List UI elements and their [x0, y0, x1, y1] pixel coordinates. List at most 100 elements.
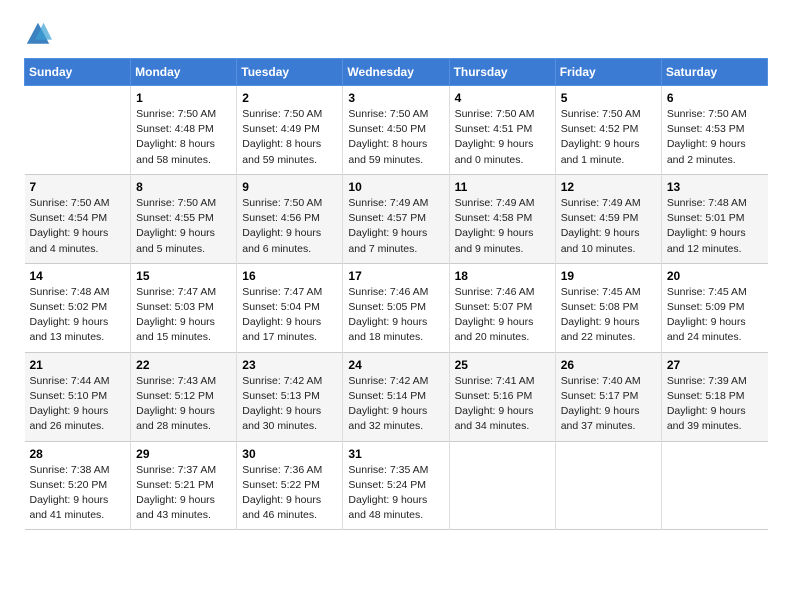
calendar-cell: 21Sunrise: 7:44 AMSunset: 5:10 PMDayligh… — [25, 352, 131, 441]
cell-info: Sunrise: 7:36 AMSunset: 5:22 PMDaylight:… — [242, 463, 337, 524]
daylight-text: Daylight: 9 hours and 17 minutes. — [242, 316, 321, 343]
calendar-cell: 12Sunrise: 7:49 AMSunset: 4:59 PMDayligh… — [555, 174, 661, 263]
cell-info: Sunrise: 7:45 AMSunset: 5:09 PMDaylight:… — [667, 285, 763, 346]
sunset-text: Sunset: 4:48 PM — [136, 123, 214, 135]
calendar-cell: 6Sunrise: 7:50 AMSunset: 4:53 PMDaylight… — [661, 86, 767, 175]
sunset-text: Sunset: 5:07 PM — [455, 301, 533, 313]
day-number: 4 — [455, 91, 550, 105]
daylight-text: Daylight: 9 hours and 4 minutes. — [30, 227, 109, 254]
cell-info: Sunrise: 7:49 AMSunset: 4:59 PMDaylight:… — [561, 196, 656, 257]
page-header — [24, 20, 768, 48]
cell-info: Sunrise: 7:46 AM Sunset: 5:07 PM Daylight:… — [455, 285, 550, 346]
sunset-text: Sunset: 4:50 PM — [348, 123, 426, 135]
daylight-text: Daylight: 9 hours and 2 minutes. — [667, 138, 746, 165]
header-monday: Monday — [131, 59, 237, 86]
cell-info: Sunrise: 7:50 AMSunset: 4:50 PMDaylight:… — [348, 107, 443, 168]
calendar-cell — [661, 441, 767, 530]
sunrise-text: Sunrise: 7:41 AM — [455, 375, 535, 387]
header-thursday: Thursday — [449, 59, 555, 86]
daylight-text: Daylight: 9 hours and 0 minutes. — [455, 138, 534, 165]
sunrise-text: Sunrise: 7:42 AM — [348, 375, 428, 387]
cell-info: Sunrise: 7:50 AMSunset: 4:51 PMDaylight:… — [455, 107, 550, 168]
sunset-text: Sunset: 4:56 PM — [242, 212, 320, 224]
sunrise-text: Sunrise: 7:50 AM — [348, 108, 428, 120]
sunrise-text: Sunrise: 7:49 AM — [561, 197, 641, 209]
daylight-text: Daylight: 9 hours and 5 minutes. — [136, 227, 215, 254]
day-number: 6 — [667, 91, 763, 105]
day-number: 24 — [348, 358, 443, 372]
calendar-cell: 18 Sunrise: 7:46 AM Sunset: 5:07 PM Dayligh… — [449, 263, 555, 352]
sunset-text: Sunset: 5:22 PM — [242, 479, 320, 491]
cell-info: Sunrise: 7:50 AMSunset: 4:56 PMDaylight:… — [242, 196, 337, 257]
calendar-cell: 24 Sunrise: 7:42 AM Sunset: 5:14 PM Dayligh… — [343, 352, 449, 441]
calendar-cell: 3Sunrise: 7:50 AMSunset: 4:50 PMDaylight… — [343, 86, 449, 175]
daylight-text: Daylight: 9 hours and 12 minutes. — [667, 227, 746, 254]
sunrise-text: Sunrise: 7:40 AM — [561, 375, 641, 387]
calendar-cell: 8 Sunrise: 7:50 AMSunset: 4:55 PMDaylight… — [131, 174, 237, 263]
day-number: 22 — [136, 358, 231, 372]
day-number: 29 — [136, 447, 231, 461]
sunrise-text: Sunrise: 7:46 AM — [348, 286, 428, 298]
day-number: 21 — [30, 358, 126, 372]
cell-info: Sunrise: 7:43 AMSunset: 5:12 PMDaylight:… — [136, 374, 231, 435]
cell-info: Sunrise: 7:39 AMSunset: 5:18 PMDaylight:… — [667, 374, 763, 435]
day-number: 31 — [348, 447, 443, 461]
day-number: 18 — [455, 269, 550, 283]
cell-info: Sunrise: 7:42 AM Sunset: 5:14 PM Daylight:… — [348, 374, 443, 435]
day-number: 8 — [136, 180, 231, 194]
sunrise-text: Sunrise: 7:50 AM — [667, 108, 747, 120]
day-number: 28 — [30, 447, 126, 461]
daylight-text: Daylight: 9 hours and 22 minutes. — [561, 316, 640, 343]
sunset-text: Sunset: 5:14 PM — [348, 390, 426, 402]
sunset-text: Sunset: 5:10 PM — [30, 390, 108, 402]
sunrise-text: Sunrise: 7:36 AM — [242, 464, 322, 476]
day-number: 17 — [348, 269, 443, 283]
calendar-week-row: 7Sunrise: 7:50 AMSunset: 4:54 PMDaylight… — [25, 174, 768, 263]
daylight-text: Daylight: 9 hours and 32 minutes. — [348, 405, 427, 432]
day-number: 3 — [348, 91, 443, 105]
day-number: 25 — [455, 358, 550, 372]
sunrise-text: Sunrise: 7:49 AM — [455, 197, 535, 209]
sunrise-text: Sunrise: 7:46 AM — [455, 286, 535, 298]
daylight-text: Daylight: 9 hours and 24 minutes. — [667, 316, 746, 343]
sunrise-text: Sunrise: 7:49 AM — [348, 197, 428, 209]
daylight-text: Daylight: 9 hours and 13 minutes. — [30, 316, 109, 343]
day-number: 14 — [30, 269, 126, 283]
day-number: 2 — [242, 91, 337, 105]
sunset-text: Sunset: 5:05 PM — [348, 301, 426, 313]
calendar-cell: 27 Sunrise: 7:39 AMSunset: 5:18 PMDayligh… — [661, 352, 767, 441]
logo-icon — [24, 20, 52, 48]
calendar-week-row: 28 Sunrise: 7:38 AMSunset: 5:20 PMDayligh… — [25, 441, 768, 530]
cell-info: Sunrise: 7:47 AMSunset: 5:04 PMDaylight:… — [242, 285, 337, 346]
day-number: 19 — [561, 269, 656, 283]
cell-info: Sunrise: 7:37 AMSunset: 5:21 PMDaylight:… — [136, 463, 231, 524]
daylight-text: Daylight: 9 hours and 34 minutes. — [455, 405, 534, 432]
cell-info: Sunrise: 7:42 AMSunset: 5:13 PMDaylight:… — [242, 374, 337, 435]
calendar-cell: 1Sunrise: 7:50 AMSunset: 4:48 PMDaylight… — [131, 86, 237, 175]
header-friday: Friday — [555, 59, 661, 86]
sunrise-text: Sunrise: 7:35 AM — [348, 464, 428, 476]
calendar-cell: 30Sunrise: 7:36 AMSunset: 5:22 PMDayligh… — [237, 441, 343, 530]
logo — [24, 20, 54, 48]
cell-info: Sunrise: 7:50 AMSunset: 4:54 PMDaylight:… — [30, 196, 126, 257]
calendar-cell: 31Sunrise: 7:35 AMSunset: 5:24 PMDayligh… — [343, 441, 449, 530]
day-number: 15 — [136, 269, 231, 283]
daylight-text: Daylight: 9 hours and 41 minutes. — [30, 494, 109, 521]
header-tuesday: Tuesday — [237, 59, 343, 86]
cell-info: Sunrise: 7:38 AMSunset: 5:20 PMDaylight:… — [30, 463, 126, 524]
calendar-cell — [555, 441, 661, 530]
sunrise-text: Sunrise: 7:44 AM — [30, 375, 110, 387]
header-wednesday: Wednesday — [343, 59, 449, 86]
calendar-cell: 25Sunrise: 7:41 AMSunset: 5:16 PMDayligh… — [449, 352, 555, 441]
sunset-text: Sunset: 5:04 PM — [242, 301, 320, 313]
day-number: 13 — [667, 180, 763, 194]
cell-info: Sunrise: 7:50 AMSunset: 4:55 PMDaylight:… — [136, 196, 231, 257]
sunrise-text: Sunrise: 7:45 AM — [667, 286, 747, 298]
sunset-text: Sunset: 4:55 PM — [136, 212, 214, 224]
daylight-text: Daylight: 9 hours and 20 minutes. — [455, 316, 534, 343]
sunset-text: Sunset: 5:17 PM — [561, 390, 639, 402]
sunset-text: Sunset: 4:59 PM — [561, 212, 639, 224]
day-number: 27 — [667, 358, 763, 372]
calendar-cell: 11Sunrise: 7:49 AMSunset: 4:58 PMDayligh… — [449, 174, 555, 263]
cell-info: Sunrise: 7:50 AMSunset: 4:48 PMDaylight:… — [136, 107, 231, 168]
